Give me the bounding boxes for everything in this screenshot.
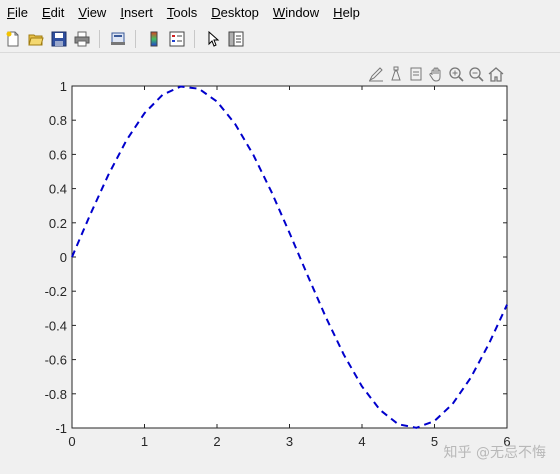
y-tick-label: 0.8 bbox=[49, 113, 67, 128]
y-tick-label: 1 bbox=[60, 79, 67, 94]
plot-canvas: 0 1 2 3 4 5 6-1-0.8-0.6-0.4-0.200.20.40.60.81 bbox=[45, 79, 511, 449]
y-tick-label: 0.4 bbox=[49, 182, 67, 197]
y-tick-label: 0.2 bbox=[49, 216, 67, 231]
y-tick-label: -0.6 bbox=[45, 353, 67, 368]
x-tick-label: 2 bbox=[213, 434, 220, 449]
watermark-text: 知乎 @无忌不悔 bbox=[443, 445, 546, 461]
y-tick-label: -0.8 bbox=[45, 387, 67, 402]
y-tick-label: -0.2 bbox=[45, 284, 67, 299]
y-tick-label: -0.4 bbox=[45, 318, 67, 333]
y-tick-label: -1 bbox=[55, 421, 67, 436]
x-tick-label: 3 bbox=[286, 434, 293, 449]
y-tick-label: 0.6 bbox=[49, 147, 67, 162]
x-tick-label: 1 bbox=[141, 434, 148, 449]
x-tick-label: 5 bbox=[431, 434, 438, 449]
axes-box bbox=[71, 85, 508, 429]
x-tick-label: 4 bbox=[358, 434, 365, 449]
x-tick-label: 0 bbox=[68, 434, 75, 449]
y-tick-label: 0 bbox=[60, 250, 67, 265]
